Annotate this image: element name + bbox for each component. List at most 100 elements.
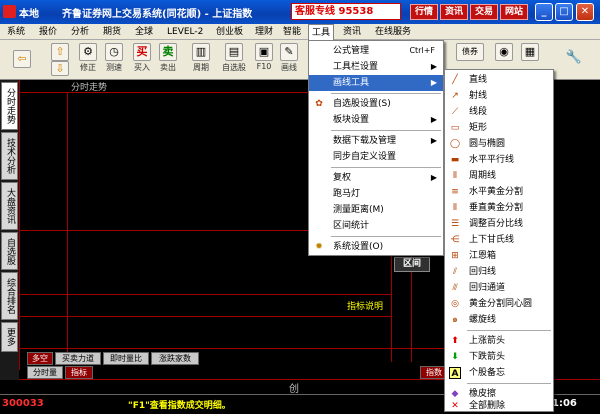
menu-global[interactable]: 全球	[132, 24, 156, 40]
tools-menu-adjust-rights[interactable]: 复权 ▶	[309, 170, 443, 186]
toolbar-draw-button[interactable]: ✎ 画线	[277, 43, 301, 73]
close-button[interactable]: ✕	[576, 3, 594, 21]
toolbar-speedtest-button[interactable]: ◷ 测速	[102, 43, 126, 73]
tab-longshort[interactable]: 多空	[27, 352, 53, 365]
left-tab-technical[interactable]: 技术分析	[1, 132, 18, 180]
draw-gann-line[interactable]: ⋲ 上下甘氏线	[445, 232, 553, 248]
toolbar-sell-button[interactable]: 卖卖出	[156, 43, 180, 73]
status-stock-code[interactable]: 300033	[2, 398, 44, 409]
status-time: 1:06	[552, 398, 577, 409]
status-message: "F1"查看指数成交明细。	[128, 401, 231, 411]
screen-icon: ▦	[521, 43, 539, 61]
draw-regression-channel[interactable]: ⫻ 回归通道	[445, 280, 553, 296]
fix-icon: ⚙	[79, 43, 97, 61]
pencil-icon: ✎	[280, 43, 298, 61]
link-trade[interactable]: 交易	[470, 4, 498, 20]
maximize-button[interactable]: □	[555, 3, 573, 21]
draw-cycle-line[interactable]: ⦀ 周期线	[445, 168, 553, 184]
left-tab-watchlist[interactable]: 自选股	[1, 232, 18, 270]
left-tab-more[interactable]: 更多	[1, 322, 18, 352]
monitor-icon: ◉	[495, 43, 513, 61]
draw-horizontal-parallel[interactable]: ▬ 水平平行线	[445, 152, 553, 168]
menu-futures[interactable]: 期货	[100, 24, 124, 40]
menu-info[interactable]: 资讯	[340, 24, 364, 40]
draw-vertical-golden[interactable]: ⦀ 垂直黄金分割	[445, 200, 553, 216]
segment-icon: ⟋	[451, 107, 459, 117]
toolbar-buy-button[interactable]: 买买入	[130, 43, 154, 73]
back-button[interactable]: ⇦	[10, 50, 34, 68]
left-tab-market-news[interactable]: 大盘资讯	[1, 182, 18, 230]
tools-menu-draw-tools[interactable]: 画线工具 ▶	[309, 75, 443, 91]
tools-menu-sector-settings[interactable]: 板块设置 ▶	[309, 112, 443, 128]
interval-button[interactable]: 区间	[394, 257, 430, 272]
tab-volume-ratio[interactable]: 即时量比	[103, 352, 149, 365]
tab-indicator[interactable]: 指标	[65, 366, 93, 379]
menu-analysis[interactable]: 分析	[68, 24, 92, 40]
toolbar-extra-button-1[interactable]: ◉	[492, 43, 516, 61]
minimize-button[interactable]: _	[535, 3, 553, 21]
menu-separator	[331, 167, 441, 168]
tools-menu-marquee[interactable]: 跑马灯	[309, 186, 443, 202]
submenu-arrow-icon: ▶	[430, 78, 437, 87]
toolbar-fix-button[interactable]: ⚙ 修正	[76, 43, 100, 73]
tab-buysell-force[interactable]: 买卖力道	[55, 352, 101, 365]
tab-advance-decline[interactable]: 涨跌家数	[151, 352, 199, 365]
buy-icon: 买	[133, 43, 151, 61]
toolbar-extra-button-2[interactable]: ▦	[518, 43, 542, 61]
link-market[interactable]: 行情	[410, 4, 438, 20]
menu-online-service[interactable]: 在线服务	[372, 24, 414, 40]
tools-menu-sync-settings[interactable]: 同步自定义设置	[309, 149, 443, 165]
down-button[interactable]: ⇩	[48, 61, 72, 76]
link-news[interactable]: 资讯	[440, 4, 468, 20]
percent-line-icon: ☰	[450, 219, 460, 229]
draw-spiral[interactable]: ๑螺旋线	[445, 312, 553, 328]
up-button[interactable]: ⇧	[48, 43, 72, 61]
tools-menu-watchlist-settings[interactable]: ✿ 自选股设置(S)	[309, 96, 443, 112]
draw-stock-memo[interactable]: A 个股备忘	[445, 365, 553, 381]
toolbar-watchlist-button[interactable]: ▤ 自选股	[219, 43, 249, 73]
draw-delete-all[interactable]: ✕ 全部删除	[445, 400, 553, 412]
draw-regression-line[interactable]: ⫽ 回归线	[445, 264, 553, 280]
arrow-left-icon: ⇦	[13, 50, 31, 68]
draw-gann-box[interactable]: ⊞ 江恩箱	[445, 248, 553, 264]
chart-gridline-h1	[19, 230, 309, 231]
delete-icon: ✕	[451, 401, 459, 411]
line-icon: ╱	[452, 75, 458, 85]
draw-golden-circles[interactable]: ◎ 黄金分割同心圆	[445, 296, 553, 312]
draw-down-arrow[interactable]: ⬇ 下跌箭头	[445, 349, 553, 365]
menu-finance[interactable]: 理财	[252, 24, 276, 40]
menu-gem[interactable]: 创业板	[213, 24, 246, 40]
menu-tools[interactable]: 工具	[308, 24, 335, 40]
draw-ray[interactable]: ↗ 射线	[445, 88, 553, 104]
left-tab-intraday[interactable]: 分时走势	[1, 82, 18, 130]
draw-rectangle[interactable]: ▭ 矩形	[445, 120, 553, 136]
toolbar-period-button[interactable]: ▥ 周期	[188, 43, 214, 73]
chart-gridline-h3	[19, 316, 391, 317]
draw-percent-line[interactable]: ☰ 调整百分比线	[445, 216, 553, 232]
tools-menu-data-download[interactable]: 数据下载及管理 ▶	[309, 133, 443, 149]
menu-quote[interactable]: 报价	[36, 24, 60, 40]
draw-up-arrow[interactable]: ⬆ 上涨箭头	[445, 333, 553, 349]
toolbar-f10-button[interactable]: ▣ F10	[252, 43, 276, 71]
draw-circle[interactable]: ◯ 圆与椭圆	[445, 136, 553, 152]
toolbar-bond-button[interactable]: 债券	[455, 43, 485, 61]
link-website[interactable]: 网站	[500, 4, 528, 20]
gann-line-icon: ⋲	[450, 235, 460, 245]
tab-intraday-volume[interactable]: 分时量	[27, 366, 63, 379]
regression-channel-icon: ⫻	[452, 283, 458, 293]
menu-level2[interactable]: LEVEL-2	[164, 24, 206, 40]
hotline-banner[interactable]: 客服专线 95538	[291, 3, 401, 20]
draw-segment[interactable]: ⟋ 线段	[445, 104, 553, 120]
tools-menu-interval-stats[interactable]: 区间统计	[309, 218, 443, 234]
indicator-description-label[interactable]: 指标说明	[347, 299, 383, 312]
draw-horizontal-golden[interactable]: ≡ 水平黄金分割	[445, 184, 553, 200]
tools-menu-system-settings[interactable]: ✹ 系统设置(O)	[309, 239, 443, 255]
menu-smart[interactable]: 智能	[280, 24, 304, 40]
left-tab-ranking[interactable]: 综合排名	[1, 272, 18, 320]
tools-menu-measure-distance[interactable]: 测量距离(M)	[309, 202, 443, 218]
toolbar-settings-button[interactable]: 🔧	[562, 50, 586, 68]
tools-menu-formula[interactable]: 公式管理 Ctrl+F	[309, 43, 443, 59]
tools-menu-toolbar-settings[interactable]: 工具栏设置 ▶	[309, 59, 443, 75]
draw-line[interactable]: ╱ 直线	[445, 72, 553, 88]
menu-system[interactable]: 系统	[4, 24, 28, 40]
